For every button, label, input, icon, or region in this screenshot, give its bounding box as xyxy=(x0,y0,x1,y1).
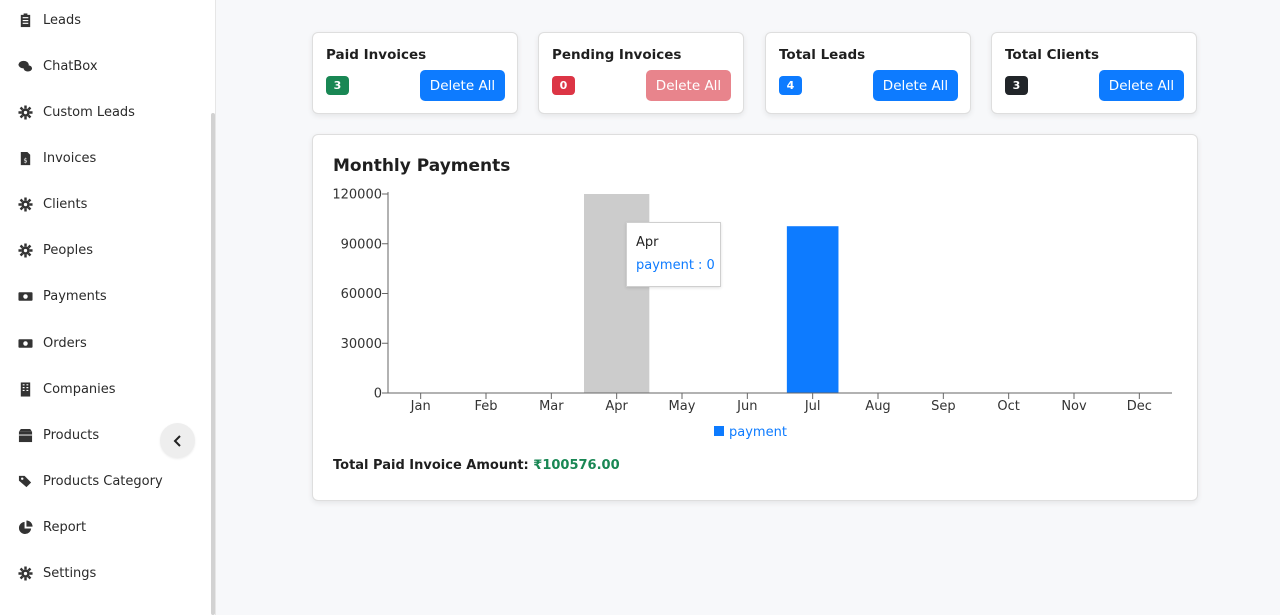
card-title: Total Leads xyxy=(779,47,866,63)
building-icon xyxy=(17,381,33,397)
card-title: Total Clients xyxy=(1005,47,1099,63)
sidebar-item-invoices[interactable]: $ Invoices xyxy=(17,146,96,170)
total-value: ₹100576.00 xyxy=(533,458,620,473)
sidebar-item-payments[interactable]: Payments xyxy=(17,284,107,308)
delete-all-total-leads-button[interactable]: Delete All xyxy=(873,70,958,101)
tooltip-label: Apr xyxy=(636,235,659,250)
card-title: Pending Invoices xyxy=(552,47,682,63)
sidebar-item-settings[interactable]: Settings xyxy=(17,561,96,585)
sidebar-item-label: Products Category xyxy=(43,473,163,489)
x-tick-label: Aug xyxy=(865,399,890,414)
sidebar-item-label: Companies xyxy=(43,381,116,397)
count-badge: 3 xyxy=(326,76,349,95)
tooltip-value: payment : 0 xyxy=(636,258,715,273)
sidebar-item-report[interactable]: Report xyxy=(17,515,86,539)
gear-icon xyxy=(17,104,33,120)
sidebar-item-label: Custom Leads xyxy=(43,104,135,120)
chat-icon xyxy=(17,58,33,74)
x-tick-label: Apr xyxy=(605,399,628,414)
sidebar-item-companies[interactable]: Companies xyxy=(17,377,116,401)
x-tick-label: Sep xyxy=(931,399,956,414)
x-tick-label: Feb xyxy=(474,399,497,414)
sidebar-item-label: Settings xyxy=(43,565,97,581)
invoice-icon: $ xyxy=(17,150,33,166)
gear-icon xyxy=(17,242,33,258)
sidebar-item-products-category[interactable]: Products Category xyxy=(17,469,163,493)
x-tick-label: Jan xyxy=(410,399,431,414)
sidebar-item-orders[interactable]: Orders xyxy=(17,331,87,355)
x-tick-label: Oct xyxy=(997,399,1019,414)
sidebar-item-label: Peoples xyxy=(43,242,93,258)
money-icon xyxy=(17,335,33,351)
pie-chart-icon xyxy=(17,519,33,535)
sidebar-item-label: ChatBox xyxy=(43,58,98,74)
chart-tooltip: Apr payment : 0 xyxy=(626,222,721,287)
bar-jul xyxy=(786,226,839,393)
sidebar-item-label: Products xyxy=(43,427,100,443)
svg-text:$: $ xyxy=(23,156,27,164)
sidebar-item-products[interactable]: Products xyxy=(17,423,99,447)
y-tick-label: 30000 xyxy=(341,337,382,352)
box-icon xyxy=(17,427,33,443)
sidebar-item-chatbox[interactable]: ChatBox xyxy=(17,54,98,78)
sidebar-item-label: Clients xyxy=(43,196,88,212)
x-tick-label: Mar xyxy=(539,399,564,414)
card-title: Paid Invoices xyxy=(326,47,427,63)
total-paid-amount: Total Paid Invoice Amount: ₹100576.00 xyxy=(333,458,620,473)
total-clients-card: Total Clients 3 Delete All xyxy=(991,32,1197,114)
gear-icon xyxy=(17,196,33,212)
sidebar-item-label: Invoices xyxy=(43,150,97,166)
sidebar-item-label: Report xyxy=(43,519,87,535)
y-tick-label: 60000 xyxy=(341,287,382,302)
sidebar-scrollbar[interactable] xyxy=(211,113,215,615)
chevron-left-icon xyxy=(173,434,181,447)
paid-invoices-card: Paid Invoices 3 Delete All xyxy=(312,32,518,114)
legend-swatch xyxy=(714,426,724,436)
sidebar-item-label: Leads xyxy=(43,12,82,28)
legend-label: payment xyxy=(729,425,787,440)
payments-chart: 0 30000 60000 90000 120000 Jan Feb Mar Apr May Jun… xyxy=(332,188,1172,440)
sidebar-item-custom-leads[interactable]: Custom Leads xyxy=(17,100,135,124)
y-tick-label: 90000 xyxy=(341,237,382,252)
delete-all-pending-invoices-button[interactable]: Delete All xyxy=(646,70,731,101)
sidebar-item-clients[interactable]: Clients xyxy=(17,192,87,216)
x-tick-label: Jul xyxy=(804,399,821,414)
sidebar: Leads ChatBox Custom Leads $ Invoices Clients… xyxy=(0,0,216,615)
x-tick-label: May xyxy=(669,399,696,414)
total-label: Total Paid Invoice Amount: xyxy=(333,458,529,473)
clipboard-icon xyxy=(17,12,33,28)
monthly-payments-panel: Monthly Payments 0 30000 60000 90000 120000 J… xyxy=(312,134,1198,501)
sidebar-item-label: Payments xyxy=(43,288,107,304)
y-tick-label: 120000 xyxy=(332,188,382,203)
delete-all-total-clients-button[interactable]: Delete All xyxy=(1099,70,1184,101)
gear-icon xyxy=(17,565,33,581)
pending-invoices-card: Pending Invoices 0 Delete All xyxy=(538,32,744,114)
tags-icon xyxy=(17,473,33,489)
count-badge: 4 xyxy=(779,76,802,95)
sidebar-item-peoples[interactable]: Peoples xyxy=(17,238,93,262)
y-tick-label: 0 xyxy=(374,387,382,402)
sidebar-item-label: Orders xyxy=(43,335,87,351)
x-tick-label: Dec xyxy=(1127,399,1152,414)
collapse-sidebar-button[interactable] xyxy=(160,423,195,458)
delete-all-paid-invoices-button[interactable]: Delete All xyxy=(420,70,505,101)
sidebar-item-leads[interactable]: Leads xyxy=(17,8,81,32)
count-badge: 3 xyxy=(1005,76,1028,95)
x-tick-label: Nov xyxy=(1061,399,1087,414)
total-leads-card: Total Leads 4 Delete All xyxy=(765,32,971,114)
count-badge: 0 xyxy=(552,76,575,95)
money-icon xyxy=(17,288,33,304)
x-tick-label: Jun xyxy=(736,399,757,414)
